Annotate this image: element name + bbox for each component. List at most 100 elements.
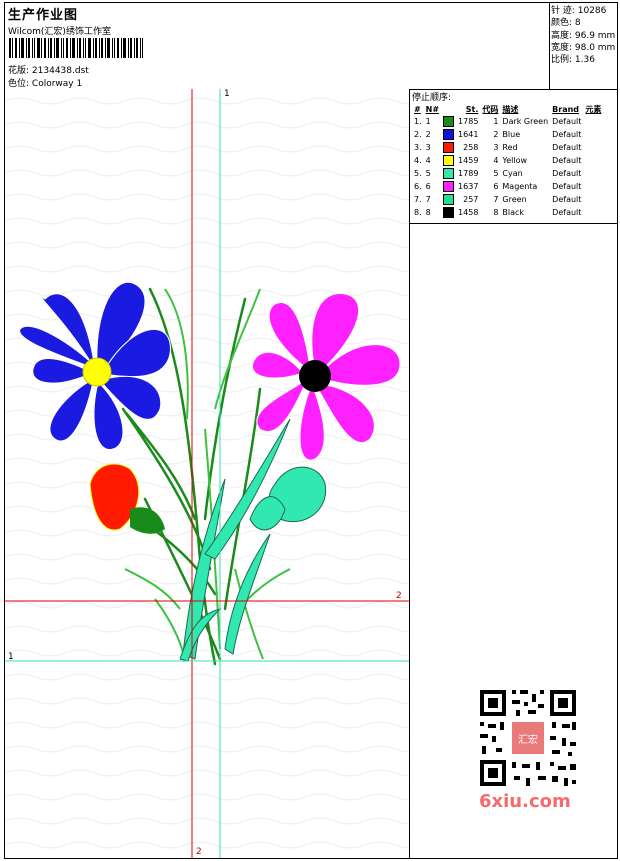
design-width: 宽度: 98.0 mm — [551, 42, 616, 53]
guide-label-right: 2 — [396, 591, 402, 601]
row-element — [583, 180, 603, 193]
table-row: 3. 3 258 3 Red Default — [412, 141, 603, 154]
table-row: 5. 5 1789 5 Cyan Default — [412, 167, 603, 180]
row-swatch — [441, 141, 456, 154]
row-index: 3. — [414, 143, 422, 152]
row-element — [583, 141, 603, 154]
row-swatch — [441, 115, 456, 128]
row-brand: Default — [552, 208, 582, 217]
guide-label-top: 1 — [224, 89, 230, 99]
stop-sequence-panel: 停止顺序: # N# St. 代码 描述 Brand 元素 1. 1 1785 1 Da… — [410, 89, 617, 219]
col-brand: Brand — [552, 104, 580, 114]
row-index: 6. — [414, 182, 422, 191]
row-code: 6 — [493, 182, 499, 191]
company-name: Wilcom(汇宏)绣饰工作室 — [8, 27, 111, 37]
color-swatch — [443, 129, 455, 140]
color-swatch — [443, 155, 455, 166]
row-brand: Default — [552, 182, 582, 191]
row-element — [583, 154, 603, 167]
color-swatch — [443, 194, 455, 205]
row-brand: Default — [552, 156, 582, 165]
barcode-icon — [9, 38, 143, 58]
table-row: 7. 7 257 7 Green Default — [412, 193, 603, 206]
row-index: 7. — [414, 195, 422, 204]
row-code: 8 — [493, 208, 499, 217]
embroidery-artwork — [5, 89, 409, 858]
row-needle: 3 — [425, 143, 431, 152]
production-sheet: 生产作业图 Wilcom(汇宏)绣饰工作室 花版: 2134438.dst 色位… — [4, 2, 618, 859]
guide-label-bottom: 2 — [196, 847, 202, 857]
col-color-swatch — [441, 103, 456, 115]
color-swatch — [443, 181, 455, 192]
magenta-flower-center — [299, 360, 331, 392]
row-description: Blue — [502, 130, 521, 139]
table-row: 8. 8 1458 8 Black Default — [412, 206, 603, 219]
col-needle: N# — [425, 104, 440, 114]
row-needle: 7 — [425, 195, 431, 204]
row-stitches: 258 — [463, 143, 479, 152]
header-info: 生产作业图 Wilcom(汇宏)绣饰工作室 花版: 2134438.dst 色位… — [5, 3, 550, 89]
colorway-label: 色位: — [8, 79, 30, 89]
table-row: 2. 2 1641 2 Blue Default — [412, 128, 603, 141]
row-swatch — [441, 206, 456, 219]
color-swatch — [443, 207, 455, 218]
table-header-row: # N# St. 代码 描述 Brand 元素 — [412, 103, 603, 115]
panel-divider — [410, 223, 617, 224]
row-needle: 5 — [425, 169, 431, 178]
row-stitches: 1637 — [458, 182, 479, 191]
watermark-text: 6xiu.com — [479, 791, 571, 812]
design-file-label: 花版: — [8, 66, 30, 76]
page-title: 生产作业图 — [8, 8, 79, 23]
row-description: Black — [502, 208, 525, 217]
row-index: 1. — [414, 117, 422, 126]
row-stitches: 1789 — [458, 169, 479, 178]
table-row: 1. 1 1785 1 Dark Green Default — [412, 115, 603, 128]
design-file-row: 花版: 2134438.dst — [8, 63, 89, 76]
row-brand: Default — [552, 195, 582, 204]
row-index: 8. — [414, 208, 422, 217]
row-swatch — [441, 167, 456, 180]
row-code: 5 — [493, 169, 499, 178]
colorway-row: 色位: Colorway 1 — [8, 76, 82, 89]
row-swatch — [441, 193, 456, 206]
row-stitches: 1641 — [458, 130, 479, 139]
row-swatch — [441, 128, 456, 141]
color-count: 颜色: 8 — [551, 18, 581, 29]
row-index: 2. — [414, 130, 422, 139]
row-needle: 2 — [425, 130, 431, 139]
row-brand: Default — [552, 130, 582, 139]
row-brand: Default — [552, 143, 582, 152]
stitch-count: 针 迹: 10286 — [551, 6, 607, 16]
row-code: 4 — [493, 156, 499, 165]
row-code: 2 — [493, 130, 499, 139]
row-description: Magenta — [502, 182, 538, 191]
qr-seal-text: 汇宏 — [518, 733, 538, 746]
row-description: Red — [502, 143, 518, 152]
guide-label-left: 1 — [8, 652, 14, 662]
row-description: Cyan — [502, 169, 523, 178]
row-needle: 1 — [425, 117, 431, 126]
row-code: 7 — [493, 195, 499, 204]
row-element — [583, 206, 603, 219]
row-description: Yellow — [502, 156, 528, 165]
row-index: 5. — [414, 169, 422, 178]
row-brand: Default — [552, 117, 582, 126]
row-stitches: 257 — [463, 195, 479, 204]
row-needle: 6 — [425, 182, 431, 191]
row-description: Dark Green — [502, 117, 549, 126]
row-swatch — [441, 154, 456, 167]
table-row: 4. 4 1459 4 Yellow Default — [412, 154, 603, 167]
color-swatch — [443, 168, 455, 179]
col-stitches: St. — [465, 104, 479, 114]
row-element — [583, 115, 603, 128]
row-stitches: 1459 — [458, 156, 479, 165]
blue-flower-center — [82, 357, 112, 387]
row-element — [583, 193, 603, 206]
colorway-value: Colorway 1 — [31, 79, 83, 89]
design-file-value: 2134438.dst — [31, 66, 89, 76]
row-code: 1 — [493, 117, 499, 126]
row-code: 3 — [493, 143, 499, 152]
design-stats: 针 迹: 10286 颜色: 8 高度: 96.9 mm 宽度: 98.0 mm… — [551, 5, 615, 66]
col-element: 元素 — [585, 104, 602, 114]
qr-code-icon: 汇宏 — [476, 686, 580, 790]
